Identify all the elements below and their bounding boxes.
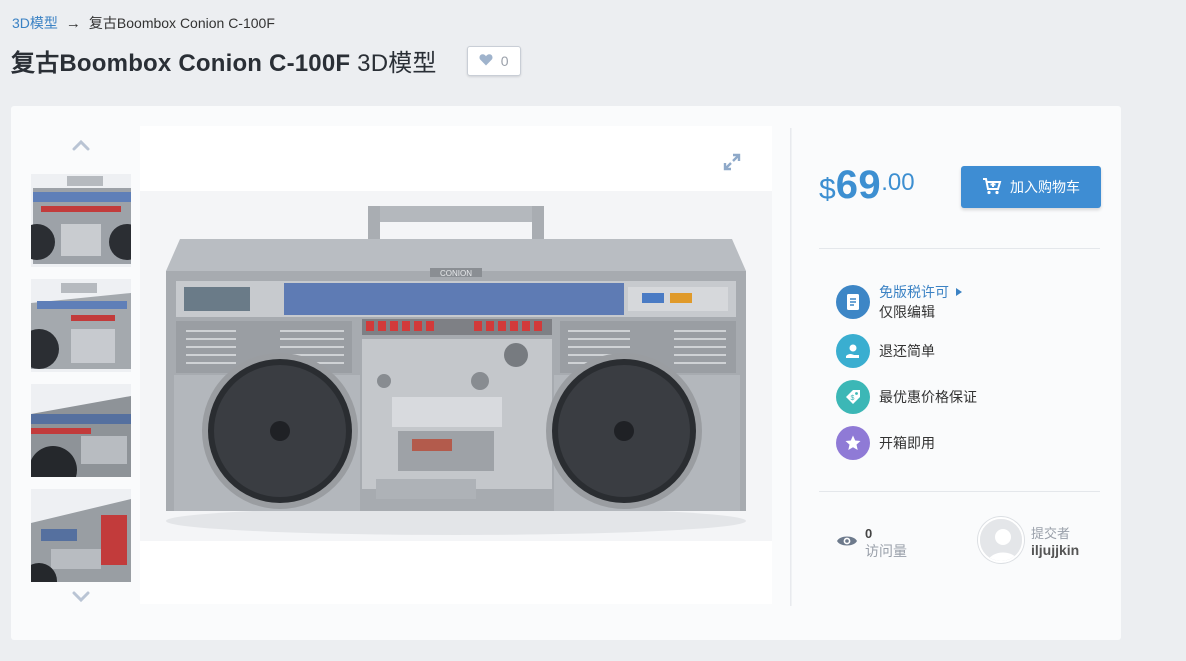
price-decimal: .00 bbox=[881, 169, 915, 196]
expand-icon bbox=[723, 153, 741, 171]
author-role: 提交者 bbox=[1031, 525, 1071, 541]
views-count: 0 bbox=[865, 526, 873, 541]
price-currency: $ bbox=[819, 173, 836, 206]
avatar[interactable] bbox=[978, 517, 1024, 563]
product-name: 复古Boombox Conion C-100F bbox=[11, 50, 351, 77]
eye-icon bbox=[836, 533, 858, 554]
main-image-viewer[interactable]: CONION bbox=[140, 126, 772, 604]
caret-right-icon bbox=[956, 288, 962, 296]
refund-hand-icon bbox=[836, 334, 870, 368]
thumbnail-4[interactable] bbox=[31, 489, 131, 582]
feature-license: 免版税许可 仅限编辑 bbox=[836, 282, 962, 322]
views-label: 访问量 bbox=[865, 543, 907, 559]
divider bbox=[819, 491, 1100, 492]
feature-best-price: $ 最优惠价格保证 bbox=[836, 380, 977, 414]
thumbnail-down-button[interactable] bbox=[31, 586, 131, 608]
like-button[interactable]: 0 bbox=[466, 45, 521, 76]
star-icon bbox=[836, 426, 870, 460]
thumbnail-up-button[interactable] bbox=[31, 134, 131, 156]
product-page: 3D模型 → 复古Boombox Conion C-100F 复古Boombox… bbox=[0, 0, 1186, 661]
ready-label: 开箱即用 bbox=[879, 435, 935, 451]
expand-button[interactable] bbox=[716, 146, 748, 178]
breadcrumb-current: 复古Boombox Conion C-100F bbox=[88, 15, 275, 31]
thumbnail-1[interactable] bbox=[31, 174, 131, 267]
best-price-label: 最优惠价格保证 bbox=[879, 389, 977, 405]
license-sub: 仅限编辑 bbox=[879, 304, 935, 320]
title-row: 复古Boombox Conion C-100F 3D模型 0 bbox=[11, 43, 521, 78]
feature-ready: 开箱即用 bbox=[836, 426, 935, 460]
price-tag-icon: $ bbox=[836, 380, 870, 414]
thumbnail-3[interactable] bbox=[31, 384, 131, 477]
divider bbox=[819, 248, 1100, 249]
chevron-down-icon bbox=[72, 591, 90, 603]
product-image: CONION bbox=[140, 191, 772, 541]
breadcrumb: 3D模型 → 复古Boombox Conion C-100F bbox=[12, 13, 275, 33]
chevron-up-icon bbox=[72, 139, 90, 151]
cart-plus-icon bbox=[982, 177, 1002, 198]
author-block: 提交者 iljujjkin bbox=[978, 517, 1079, 563]
product-type: 3D模型 bbox=[357, 50, 437, 77]
like-count: 0 bbox=[500, 52, 509, 69]
license-label: 免版税许可 bbox=[879, 284, 949, 300]
document-icon bbox=[836, 285, 870, 319]
page-title: 复古Boombox Conion C-100F 3D模型 bbox=[11, 43, 437, 78]
views-stat: 0 访问量 bbox=[836, 526, 907, 561]
product-card: CONION $ 69 .00 加入购物车 免版税许可 仅限编辑 退还简单 $ … bbox=[11, 106, 1121, 640]
feature-refund: 退还简单 bbox=[836, 334, 935, 368]
add-to-cart-button[interactable]: 加入购物车 bbox=[961, 166, 1101, 208]
refund-label: 退还简单 bbox=[879, 343, 935, 359]
thumbnail-strip bbox=[31, 134, 131, 608]
price: $ 69 .00 bbox=[819, 163, 915, 208]
heart-icon bbox=[479, 53, 493, 69]
breadcrumb-arrow: → bbox=[65, 14, 81, 32]
license-link[interactable]: 免版税许可 bbox=[879, 282, 962, 302]
thumbnail-2[interactable] bbox=[31, 279, 131, 372]
vertical-divider bbox=[790, 128, 792, 606]
price-integer: 69 bbox=[835, 163, 882, 207]
brand-plate: CONION bbox=[440, 269, 472, 278]
breadcrumb-root-link[interactable]: 3D模型 bbox=[12, 13, 58, 33]
author-name[interactable]: iljujjkin bbox=[1031, 542, 1079, 558]
add-to-cart-label: 加入购物车 bbox=[1010, 179, 1080, 195]
svg-text:$: $ bbox=[851, 395, 855, 402]
